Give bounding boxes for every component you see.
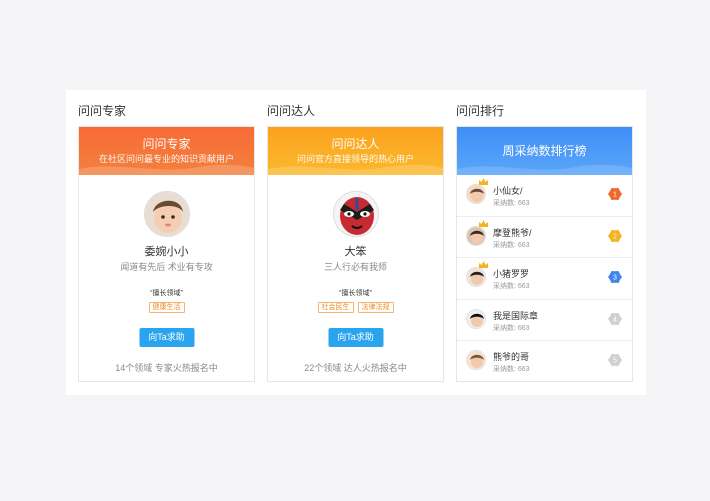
rank-user-avatar[interactable] <box>466 225 486 246</box>
expert-card: 问问专家 在社区问问最专业的知识贡献用户 委婉小小 闻道有先后 术业有专攻 “擅 <box>78 126 255 382</box>
crown-icon <box>479 219 488 227</box>
talent-name[interactable]: 大笨 <box>268 243 443 259</box>
expert-ask-button[interactable]: 向Ta求助 <box>139 328 194 347</box>
talent-avatar[interactable] <box>332 191 379 237</box>
rank-adoption-count: 采纳数: 663 <box>493 324 530 332</box>
qa-panel: 问问专家 问问专家 在社区问问最专业的知识贡献用户 委婉小小 闻道有先后 术业有… <box>66 90 646 395</box>
rank-user-avatar[interactable] <box>466 184 486 204</box>
rank-adoption-count: 采纳数: 663 <box>493 366 530 373</box>
rank-user-name[interactable]: 小猪罗罗 <box>493 267 529 280</box>
rank-number: 1 <box>613 192 617 199</box>
crown-icon <box>479 178 488 185</box>
rank-user-name[interactable]: 熊爷的哥 <box>493 350 529 363</box>
ranking-card-header: 周采纳数排行榜 <box>457 127 632 175</box>
specialty-tag[interactable]: 法律法规 <box>357 302 394 313</box>
rank-adoption-count: 采纳数: 663 <box>493 283 530 290</box>
ranking-card-title: 周采纳数排行榜 <box>502 144 587 158</box>
rank-user-name[interactable]: 小仙女/ <box>493 184 523 197</box>
specialty-tag[interactable]: 健康生活 <box>148 302 185 313</box>
talent-ask-button[interactable]: 向Ta求助 <box>328 328 383 347</box>
rank-number-badge: 3 <box>608 270 622 284</box>
expert-tags: 健康生活 <box>79 302 254 313</box>
talent-specialty-label: “擅长领域” <box>339 290 372 297</box>
talent-motto: 三人行必有我师 <box>323 262 387 272</box>
rank-user-name[interactable]: 我是国际章 <box>493 309 538 322</box>
talent-tags: 社会民生 法律法规 <box>268 302 443 313</box>
experts-section-title: 问问专家 <box>78 104 127 118</box>
expert-motto: 闻道有先后 术业有专攻 <box>120 262 213 272</box>
expert-specialty-label: “擅长领域” <box>150 290 183 297</box>
header-wave-decoration <box>457 164 632 175</box>
header-wave-decoration <box>268 164 443 175</box>
ranking-list: 小仙女/采纳数: 663 1 摩登熊爷/采纳数: 663 2 小猪罗罗 采纳数: 663 3… <box>457 175 632 381</box>
rank-number: 3 <box>613 275 617 282</box>
header-wave-decoration <box>79 164 254 175</box>
expert-avatar[interactable] <box>143 191 190 237</box>
rank-number-badge: 2 <box>608 229 622 242</box>
rank-number: 5 <box>613 358 617 365</box>
rank-adoption-count: 采纳数: 663 <box>493 200 530 207</box>
rank-user-name[interactable]: 摩登熊爷/ <box>493 226 532 239</box>
rank-user-avatar[interactable] <box>466 267 486 287</box>
rank-user-avatar[interactable] <box>466 308 486 329</box>
talent-card-title: 问问达人 <box>331 137 380 151</box>
rank-adoption-count: 采纳数: 663 <box>493 241 530 249</box>
talent-card: 问问达人 问问官方直接领导的热心用户 大笨 三人行必有我师 “擅长领域” 社会民… <box>267 126 444 382</box>
expert-footer-text[interactable]: 14个领域 专家火热报名中 <box>79 361 254 374</box>
expert-card-title: 问问专家 <box>142 137 191 151</box>
talent-card-header: 问问达人 问问官方直接领导的热心用户 <box>268 127 443 175</box>
rank-number-badge: 4 <box>608 312 622 325</box>
expert-card-header: 问问专家 在社区问问最专业的知识贡献用户 <box>79 127 254 175</box>
rank-number-badge: 1 <box>608 187 622 201</box>
talents-section-title: 问问达人 <box>267 104 316 118</box>
rank-number: 2 <box>613 233 617 240</box>
rank-row[interactable]: 摩登熊爷/采纳数: 663 2 <box>457 217 632 258</box>
ranking-section-title: 问问排行 <box>456 104 505 118</box>
rank-row[interactable]: 熊爷的哥采纳数: 663 5 <box>457 341 632 381</box>
rank-number-badge: 5 <box>608 353 622 367</box>
crown-icon <box>479 261 488 268</box>
rank-row[interactable]: 小仙女/采纳数: 663 1 <box>457 175 632 217</box>
expert-name[interactable]: 委婉小小 <box>79 243 254 259</box>
talent-footer-text[interactable]: 22个领域 达人火热报名中 <box>268 361 443 374</box>
rank-user-avatar[interactable] <box>466 350 486 370</box>
rank-number: 4 <box>613 316 617 323</box>
specialty-tag[interactable]: 社会民生 <box>317 302 354 313</box>
ranking-card: 周采纳数排行榜 小仙女/采纳数: 663 1 摩登熊爷/采纳数: 663 2 小猪罗罗采… <box>456 126 633 382</box>
rank-row[interactable]: 我是国际章采纳数: 663 4 <box>457 300 632 341</box>
rank-row[interactable]: 小猪罗罗采纳数: 663 3 <box>457 258 632 300</box>
